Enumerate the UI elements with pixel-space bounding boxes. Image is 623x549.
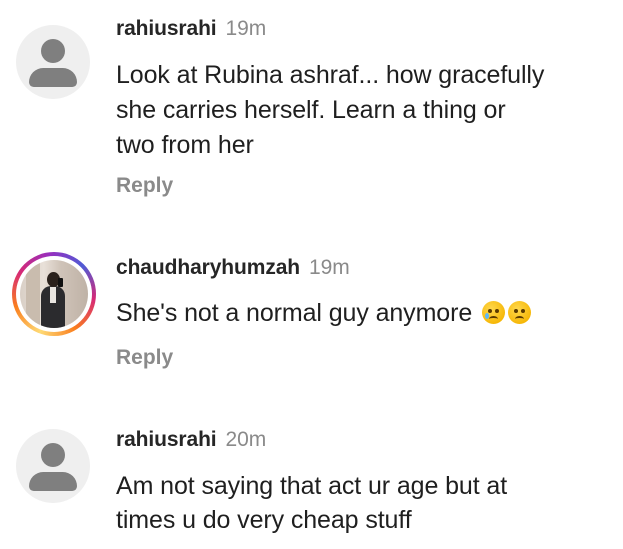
comment-text-line: Look at Rubina ashraf... how gracefully <box>116 61 545 89</box>
comment-text-line: She's not a normal guy anymore <box>116 296 531 331</box>
username-text[interactable]: chaudharyhumzah <box>116 256 300 279</box>
photo-background-door <box>26 260 40 328</box>
avatar-head-shape <box>41 39 65 63</box>
comment-text-line: Am not saying that act ur age but at <box>116 472 508 500</box>
comment-text-line: she carries herself. Learn a thing or <box>116 96 506 124</box>
default-avatar-icon[interactable] <box>16 429 90 503</box>
reply-button[interactable]: Reply <box>116 174 173 198</box>
comment-text: She's not a normal guy anymore <box>116 299 473 327</box>
avatar-head-shape <box>41 443 65 467</box>
default-avatar-icon[interactable] <box>16 25 90 99</box>
comment-timestamp: 20m <box>225 428 267 451</box>
comment-text-line: two from her <box>116 131 254 159</box>
sad-face-emoji <box>508 301 531 324</box>
comment-timestamp: 19m <box>309 256 350 279</box>
story-ring-avatar[interactable] <box>12 252 96 336</box>
avatar-body-shape <box>29 68 77 87</box>
avatar-body-shape <box>29 472 77 491</box>
photo-person-shirt <box>50 287 56 303</box>
comment-username[interactable]: rahiusrahi 20m <box>116 428 266 452</box>
reply-button[interactable]: Reply <box>116 346 173 370</box>
comment-timestamp: 19m <box>225 17 267 40</box>
profile-photo <box>20 260 88 328</box>
comment-text-line: times u do very cheap stuff <box>116 506 412 534</box>
crying-face-emoji <box>482 301 505 324</box>
username-text[interactable]: rahiusrahi <box>116 428 217 451</box>
username-text[interactable]: rahiusrahi <box>116 17 217 40</box>
comment-username[interactable]: chaudharyhumzah 19m <box>116 256 350 280</box>
photo-phone <box>58 278 63 287</box>
comment-username[interactable]: rahiusrahi 19m <box>116 17 266 41</box>
